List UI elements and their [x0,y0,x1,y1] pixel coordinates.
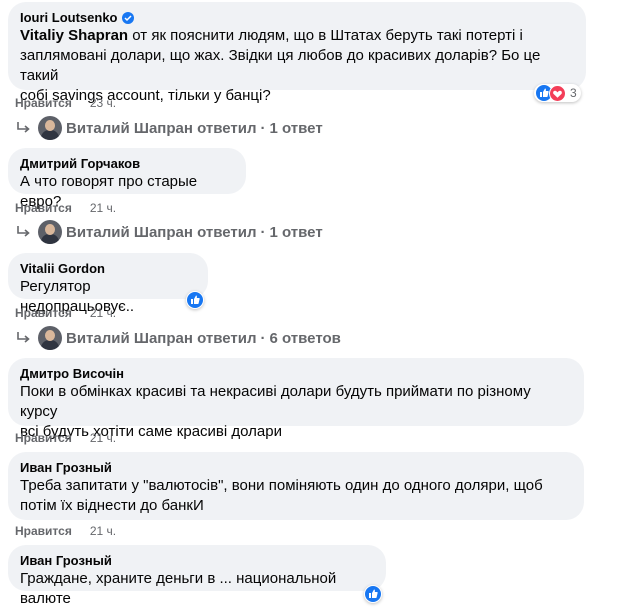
reply-arrow-icon [17,226,30,237]
comment-author[interactable]: Иван Грозный [20,553,374,569]
reactions-summary[interactable] [364,585,382,603]
comment-actions: Нравится 21 ч. [15,431,116,445]
comment: Иван Грозный Треба запитати у "валютосів… [8,452,584,520]
comment-bubble: Iouri Loutsenko Vitaliy Shapran от як по… [8,2,586,104]
comment-actions: Нравится 21 ч. [15,201,116,215]
reply-arrow-icon [17,122,30,133]
comment-timestamp[interactable]: 21 ч. [90,306,116,320]
comment-timestamp[interactable]: 21 ч. [90,524,116,538]
mention-link[interactable]: Vitaliy Shapran [20,27,128,44]
comment-actions: Нравится 23 ч. [15,96,116,110]
comment-bubble: Иван Грозный Граждане, храните деньги в … [8,545,386,607]
reply-count: 1 ответ [269,119,323,137]
comment-bubble: Иван Грозный Треба запитати у "валютосів… [8,452,584,520]
comment-bubble: Дмитрий Горчаков А что говорят про стары… [8,148,246,210]
comment-text-line: потім їх віднести до банкИ [20,497,204,514]
avatar [38,116,62,140]
like-reaction-icon [365,586,381,602]
comment-timestamp[interactable]: 21 ч. [90,201,116,215]
verified-badge-icon [121,12,134,24]
reply-count: 6 ответов [269,329,341,347]
reply-arrow-icon [17,332,30,343]
comment-actions: Нравится 21 ч. [15,524,116,538]
like-reaction-icon [187,292,203,308]
comment-author[interactable]: Дмитро Височін [20,366,572,382]
love-reaction-icon [549,84,566,102]
comment-timestamp[interactable]: 21 ч. [90,431,116,445]
comment-text-line: заплямовані долари, що жах. Звідки ця лю… [20,47,541,84]
comment: Иван Грозный Граждане, храните деньги в … [8,545,386,608]
reply-separator: · [260,329,266,347]
view-replies-link[interactable]: Виталий Шапран ответил · 1 ответ [14,116,323,140]
like-link[interactable]: Нравится [15,306,72,320]
comment-actions: Нравится 21 ч. [15,306,116,320]
comment-bubble: Vitalii Gordon Регулятор недопрацьовує.. [8,253,208,315]
comment-author[interactable]: Дмитрий Горчаков [20,156,234,172]
reply-author-label: Виталий Шапран ответил [66,119,257,137]
reply-separator: · [260,119,266,137]
reply-separator: · [260,223,266,241]
comment-timestamp[interactable]: 23 ч. [90,96,116,110]
comment-text-line: Граждане, храните деньги в ... националь… [20,570,337,607]
like-link[interactable]: Нравится [15,431,72,445]
comment-text: Vitaliy Shapran от як пояснити людям, що… [20,27,523,44]
reply-count: 1 ответ [269,223,323,241]
reply-author-label: Виталий Шапран ответил [66,329,257,347]
comment: Дмитро Височін Поки в обмінках красиві т… [8,358,584,441]
like-link[interactable]: Нравится [15,96,72,110]
comment: Iouri Loutsenko Vitaliy Shapran от як по… [8,2,586,105]
view-replies-link[interactable]: Виталий Шапран ответил · 1 ответ [14,220,323,244]
reactions-count: 3 [570,86,577,100]
view-replies-link[interactable]: Виталий Шапран ответил · 6 ответов [14,326,341,350]
like-link[interactable]: Нравится [15,201,72,215]
comment-text-line: Треба запитати у "валютосів", вони помін… [20,477,543,494]
avatar [38,220,62,244]
avatar [38,326,62,350]
reactions-summary[interactable] [186,291,204,309]
comment-author[interactable]: Vitalii Gordon [20,261,196,277]
comment-text-line: Поки в обмінках красиві та некрасиві дол… [20,383,531,420]
comment-author[interactable]: Иван Грозный [20,460,572,476]
reply-author-label: Виталий Шапран ответил [66,223,257,241]
like-link[interactable]: Нравится [15,524,72,538]
reactions-summary[interactable]: 3 [534,84,581,102]
comment-bubble: Дмитро Височін Поки в обмінках красиві т… [8,358,584,440]
comment-author[interactable]: Iouri Loutsenko [20,10,118,26]
